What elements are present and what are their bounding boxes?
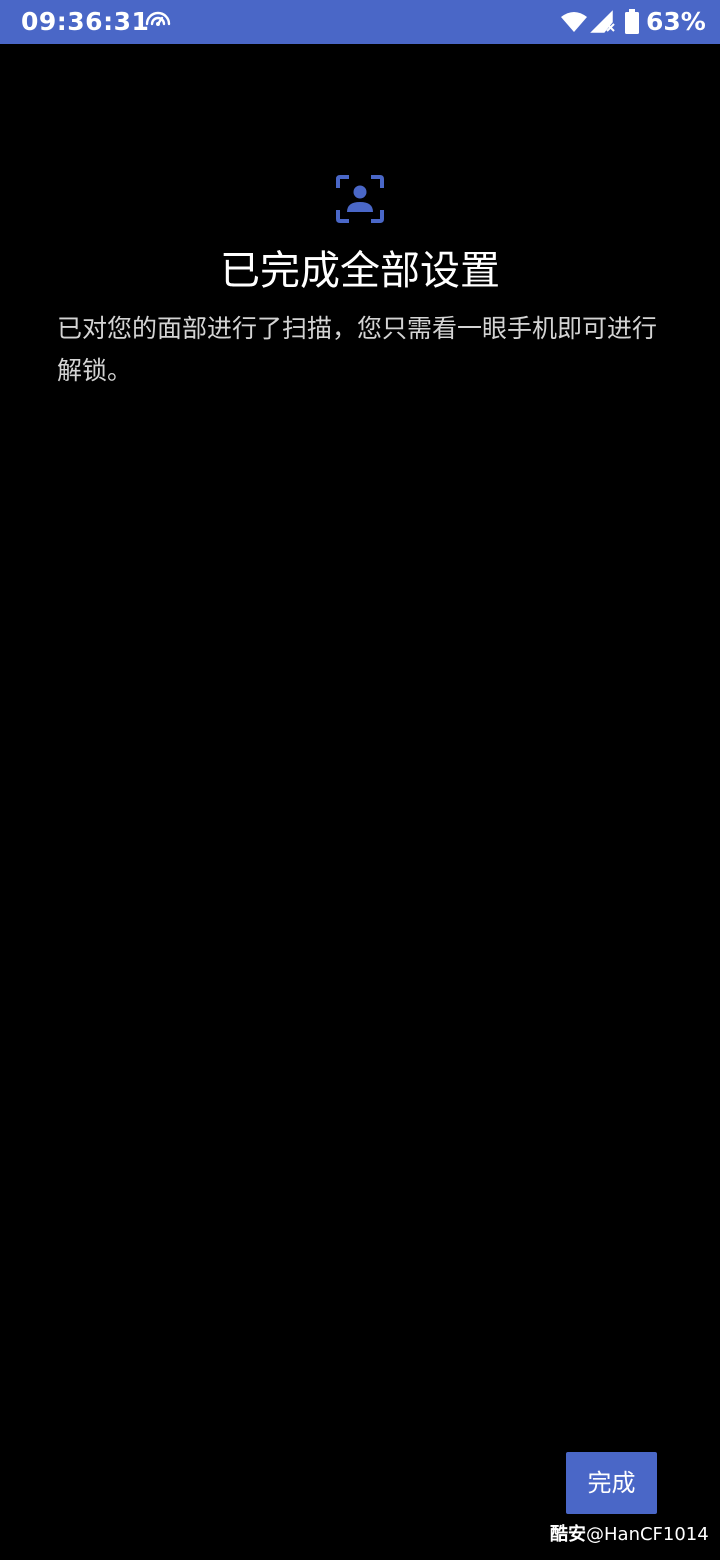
- battery-level: 63%: [646, 7, 706, 36]
- done-button[interactable]: 完成: [566, 1452, 657, 1514]
- status-bar: 09:36:31 63%: [0, 0, 720, 44]
- watermark-handle: @HanCF1014: [586, 1524, 709, 1545]
- face-scan-icon: [336, 175, 384, 223]
- signal-no-service-icon: [590, 10, 615, 33]
- watermark: 酷安@HanCF1014: [550, 1522, 715, 1548]
- page-description: 已对您的面部进行了扫描，您只需看一眼手机即可进行解锁。: [57, 314, 658, 385]
- hotspot-icon: [145, 11, 171, 26]
- watermark-brand: 酷安: [550, 1524, 586, 1545]
- battery-icon: [625, 9, 639, 34]
- wifi-icon: [561, 12, 587, 32]
- page-title: 已完成全部设置: [220, 248, 500, 294]
- status-time: 09:36:31: [21, 7, 150, 36]
